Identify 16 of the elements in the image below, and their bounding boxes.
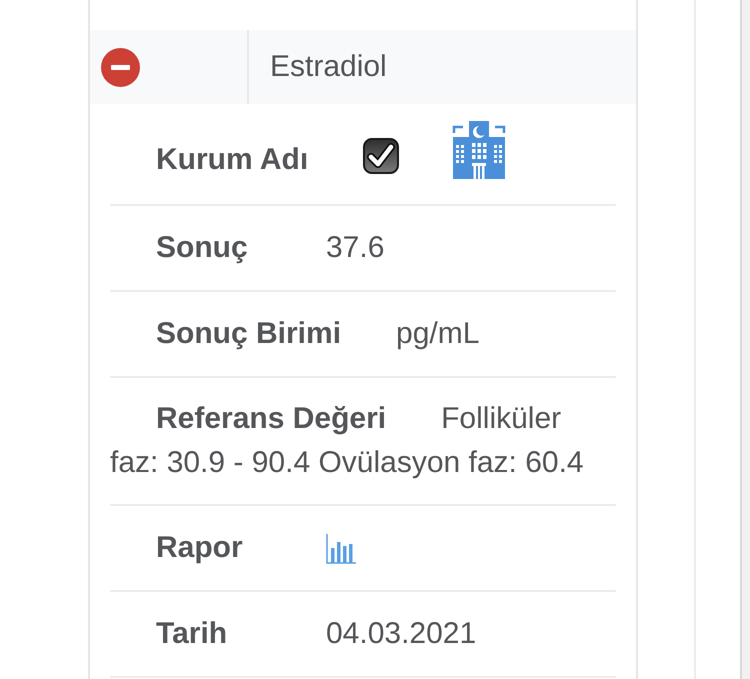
- minus-circle-icon[interactable]: [101, 48, 140, 86]
- field-value: faz: 30.9 - 90.4 Ovülasyon faz: 60.4: [110, 446, 584, 479]
- field-label: Sonuç: [156, 231, 248, 264]
- field-value: 04.03.2021: [326, 617, 476, 650]
- field-label: Rapor: [156, 531, 243, 564]
- field-value: Folliküler: [441, 402, 562, 435]
- panel-title: Estradiol: [270, 50, 387, 84]
- field-value: 37.6: [326, 231, 384, 264]
- hospital-building-icon: [451, 121, 508, 179]
- bar-chart-icon[interactable]: [326, 534, 356, 564]
- field-label: Kurum Adı: [156, 143, 308, 176]
- field-label: Tarih: [156, 617, 228, 650]
- checkbox[interactable]: [363, 138, 400, 174]
- field-value: pg/mL: [396, 317, 480, 350]
- field-label: Sonuç Birimi: [156, 317, 342, 350]
- field-label: Referans Değeri: [156, 402, 386, 435]
